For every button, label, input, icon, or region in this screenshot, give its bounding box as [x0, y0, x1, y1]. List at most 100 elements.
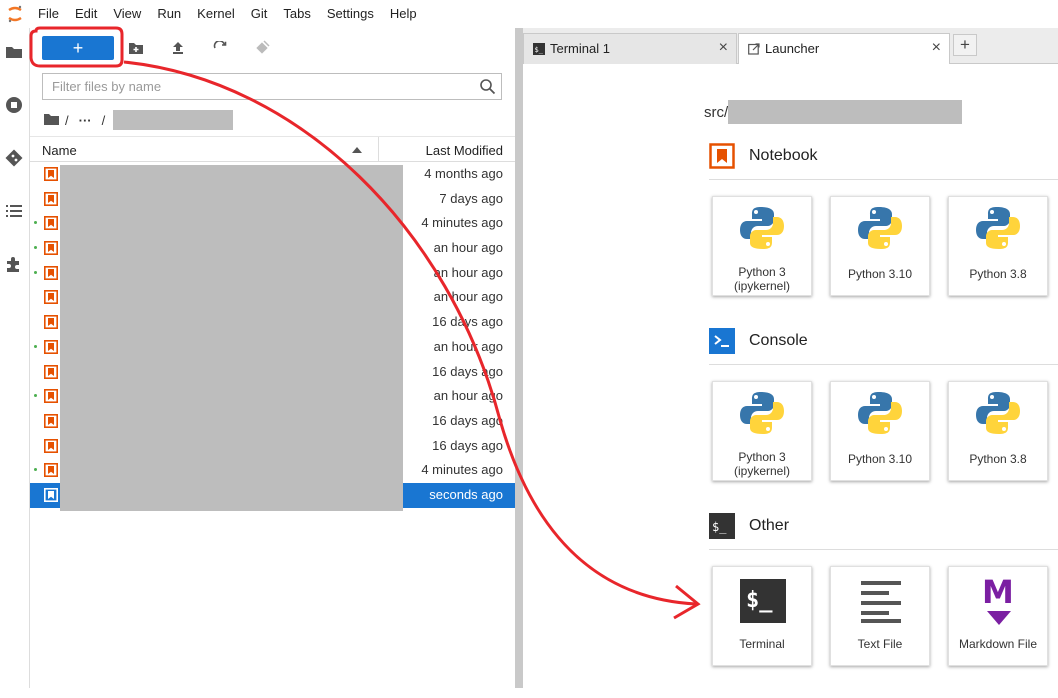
- git-icon[interactable]: [4, 148, 24, 168]
- menu-settings[interactable]: Settings: [319, 0, 382, 28]
- notebook-python310-card[interactable]: Python 3.10: [830, 196, 930, 296]
- filter-files-input[interactable]: [43, 74, 473, 99]
- notebook-file-icon: [44, 191, 58, 206]
- menu-kernel[interactable]: Kernel: [189, 0, 243, 28]
- svg-text:$_: $_: [535, 46, 544, 54]
- other-terminal-icon: $_: [709, 513, 735, 539]
- file-browser: + / ··· / Name Last Modified 4 months ag…: [30, 28, 515, 688]
- add-tab-button[interactable]: +: [953, 34, 977, 56]
- notebook-python38-card[interactable]: Python 3.8: [948, 196, 1048, 296]
- menu-bar: File Edit View Run Kernel Git Tabs Setti…: [0, 0, 1058, 28]
- extension-manager-icon[interactable]: [4, 254, 24, 274]
- python-icon: [739, 390, 785, 439]
- running-indicator-icon: [34, 344, 37, 348]
- redacted-file-names: [60, 165, 403, 511]
- tab-label: Terminal 1: [550, 41, 610, 56]
- card-label: Python 3.8: [969, 267, 1027, 281]
- menu-git[interactable]: Git: [243, 0, 276, 28]
- table-of-contents-icon[interactable]: [4, 201, 24, 221]
- menu-tabs[interactable]: Tabs: [275, 0, 318, 28]
- notebook-section-title: Notebook: [749, 147, 818, 164]
- tab-label: Launcher: [765, 41, 820, 56]
- menu-edit[interactable]: Edit: [67, 0, 105, 28]
- upload-icon[interactable]: [166, 36, 190, 60]
- file-last-modified: 4 months ago: [424, 166, 503, 181]
- console-python38-card[interactable]: Python 3.8: [948, 381, 1048, 481]
- markdown-file-card[interactable]: M Markdown File: [948, 566, 1048, 666]
- redacted-folder-name[interactable]: [113, 110, 234, 130]
- other-section-title: Other: [749, 517, 790, 534]
- terminal-tab-icon: $_: [533, 43, 545, 55]
- file-last-modified: 16 days ago: [432, 314, 503, 330]
- tab-terminal[interactable]: $_ Terminal 1 ×: [523, 33, 737, 64]
- sort-ascending-icon[interactable]: [352, 147, 362, 153]
- file-last-modified: 16 days ago: [432, 412, 503, 428]
- other-section-header: $_ Other: [709, 511, 789, 541]
- python-icon: [975, 390, 1021, 439]
- jupyter-logo-icon: [0, 0, 30, 28]
- notebook-section-header: Notebook: [709, 141, 818, 171]
- running-kernels-icon[interactable]: [4, 95, 24, 115]
- refresh-icon[interactable]: [208, 36, 232, 60]
- breadcrumb-separator: /: [101, 112, 106, 128]
- breadcrumb-separator: /: [65, 112, 69, 128]
- panel-splitter[interactable]: [515, 28, 523, 688]
- console-python3-card[interactable]: Python 3 (ipykernel): [712, 381, 812, 481]
- notebook-icon: [709, 143, 735, 169]
- redacted-path: [728, 100, 963, 124]
- folder-icon[interactable]: [4, 42, 24, 62]
- column-name[interactable]: Name: [42, 143, 77, 158]
- console-icon: [709, 328, 735, 354]
- notebook-file-icon: [44, 265, 58, 280]
- file-last-modified: 4 minutes ago: [421, 462, 503, 478]
- notebook-file-icon: [44, 364, 58, 379]
- menu-file[interactable]: File: [30, 0, 67, 28]
- file-last-modified: 16 days ago: [432, 437, 503, 453]
- menu-run[interactable]: Run: [149, 0, 189, 28]
- section-divider: [709, 549, 1058, 550]
- file-last-modified: 16 days ago: [432, 363, 503, 379]
- close-tab-icon[interactable]: ×: [932, 39, 941, 57]
- menu-help[interactable]: Help: [382, 0, 425, 28]
- card-label: Python 3 (ipykernel): [733, 450, 790, 478]
- python-icon: [857, 205, 903, 254]
- section-divider: [709, 364, 1058, 365]
- notebook-file-icon: [44, 463, 58, 478]
- markdown-icon: M: [979, 573, 1019, 629]
- terminal-card[interactable]: $_ Terminal: [712, 566, 812, 666]
- tab-launcher[interactable]: Launcher ×: [738, 33, 950, 65]
- launcher-panel: src/ Notebook Python 3 (ipykernel) Python…: [523, 64, 1058, 688]
- console-python310-card[interactable]: Python 3.10: [830, 381, 930, 481]
- home-folder-icon[interactable]: [44, 113, 59, 128]
- notebook-file-icon: [44, 241, 58, 256]
- column-last-modified[interactable]: Last Modified: [426, 143, 503, 158]
- file-list-header: Name Last Modified: [30, 136, 515, 162]
- card-label: Python 3.8: [969, 452, 1027, 466]
- cwd-label: src/: [704, 103, 729, 121]
- svg-text:$_: $_: [712, 520, 727, 534]
- notebook-python3-card[interactable]: Python 3 (ipykernel): [712, 196, 812, 296]
- text-file-icon: [860, 579, 902, 626]
- file-last-modified: 7 days ago: [439, 190, 503, 206]
- column-divider[interactable]: [378, 137, 379, 162]
- terminal-icon: $_: [740, 579, 786, 623]
- close-tab-icon[interactable]: ×: [719, 39, 728, 57]
- card-label: Python 3 (ipykernel): [733, 265, 790, 293]
- card-label: Python 3.10: [847, 267, 913, 281]
- card-label: Text File: [857, 637, 903, 651]
- console-section-title: Console: [749, 332, 808, 349]
- file-last-modified: an hour ago: [433, 289, 503, 305]
- file-last-modified: an hour ago: [433, 388, 503, 404]
- new-launcher-button[interactable]: +: [42, 36, 114, 60]
- file-last-modified: an hour ago: [433, 264, 503, 280]
- breadcrumb: / ··· /: [44, 110, 234, 130]
- menu-view[interactable]: View: [105, 0, 149, 28]
- console-section-header: Console: [709, 326, 808, 356]
- new-folder-icon[interactable]: [124, 36, 148, 60]
- clone-repository-icon[interactable]: [250, 36, 274, 60]
- text-file-card[interactable]: Text File: [830, 566, 930, 666]
- running-indicator-icon: [34, 270, 37, 274]
- notebook-file-icon: [44, 167, 58, 181]
- breadcrumb-ellipsis[interactable]: ···: [79, 113, 92, 128]
- filter-box: [42, 73, 502, 100]
